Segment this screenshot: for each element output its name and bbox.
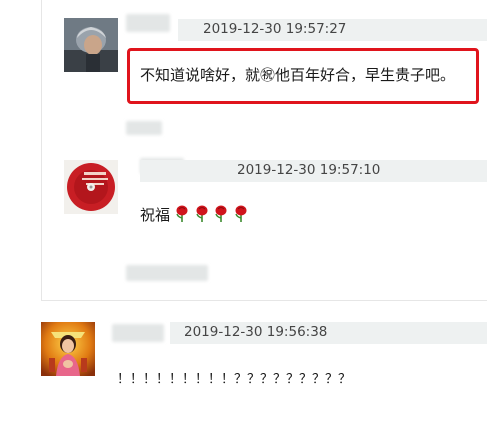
avatar[interactable]: [41, 322, 95, 376]
rose-icon: [214, 205, 228, 226]
comment-timestamp: 2019-12-30 19:56:38: [184, 324, 328, 340]
highlight-annotation-box: [127, 48, 479, 104]
comment-meta-bar: 2019-12-30 19:56:38: [170, 322, 487, 344]
username-redacted[interactable]: [112, 324, 164, 342]
reply-actions-redacted[interactable]: [126, 121, 162, 135]
comment-meta-bar: 2019-12-30 19:57:10: [140, 160, 487, 182]
comment-text: ！！！！！！！！！？？？？？？？？？: [117, 372, 352, 387]
user-avatar-image: [64, 18, 118, 72]
user-avatar-image: [41, 322, 95, 376]
comment-timestamp: 2019-12-30 19:57:27: [203, 21, 347, 37]
username-redacted[interactable]: [126, 14, 170, 32]
avatar[interactable]: [64, 160, 118, 214]
avatar[interactable]: [64, 18, 118, 72]
comment-text: 祝福: [140, 206, 171, 224]
user-avatar-image: [64, 160, 118, 214]
reply-actions-redacted[interactable]: [126, 265, 208, 281]
rose-icon: [175, 205, 189, 226]
comment-timestamp: 2019-12-30 19:57:10: [237, 162, 381, 178]
rose-icon: [234, 205, 248, 226]
comment-meta-bar: 2019-12-30 19:57:27: [178, 19, 487, 41]
rose-icon: [195, 205, 209, 226]
comment-text-row: 祝福: [140, 204, 249, 226]
